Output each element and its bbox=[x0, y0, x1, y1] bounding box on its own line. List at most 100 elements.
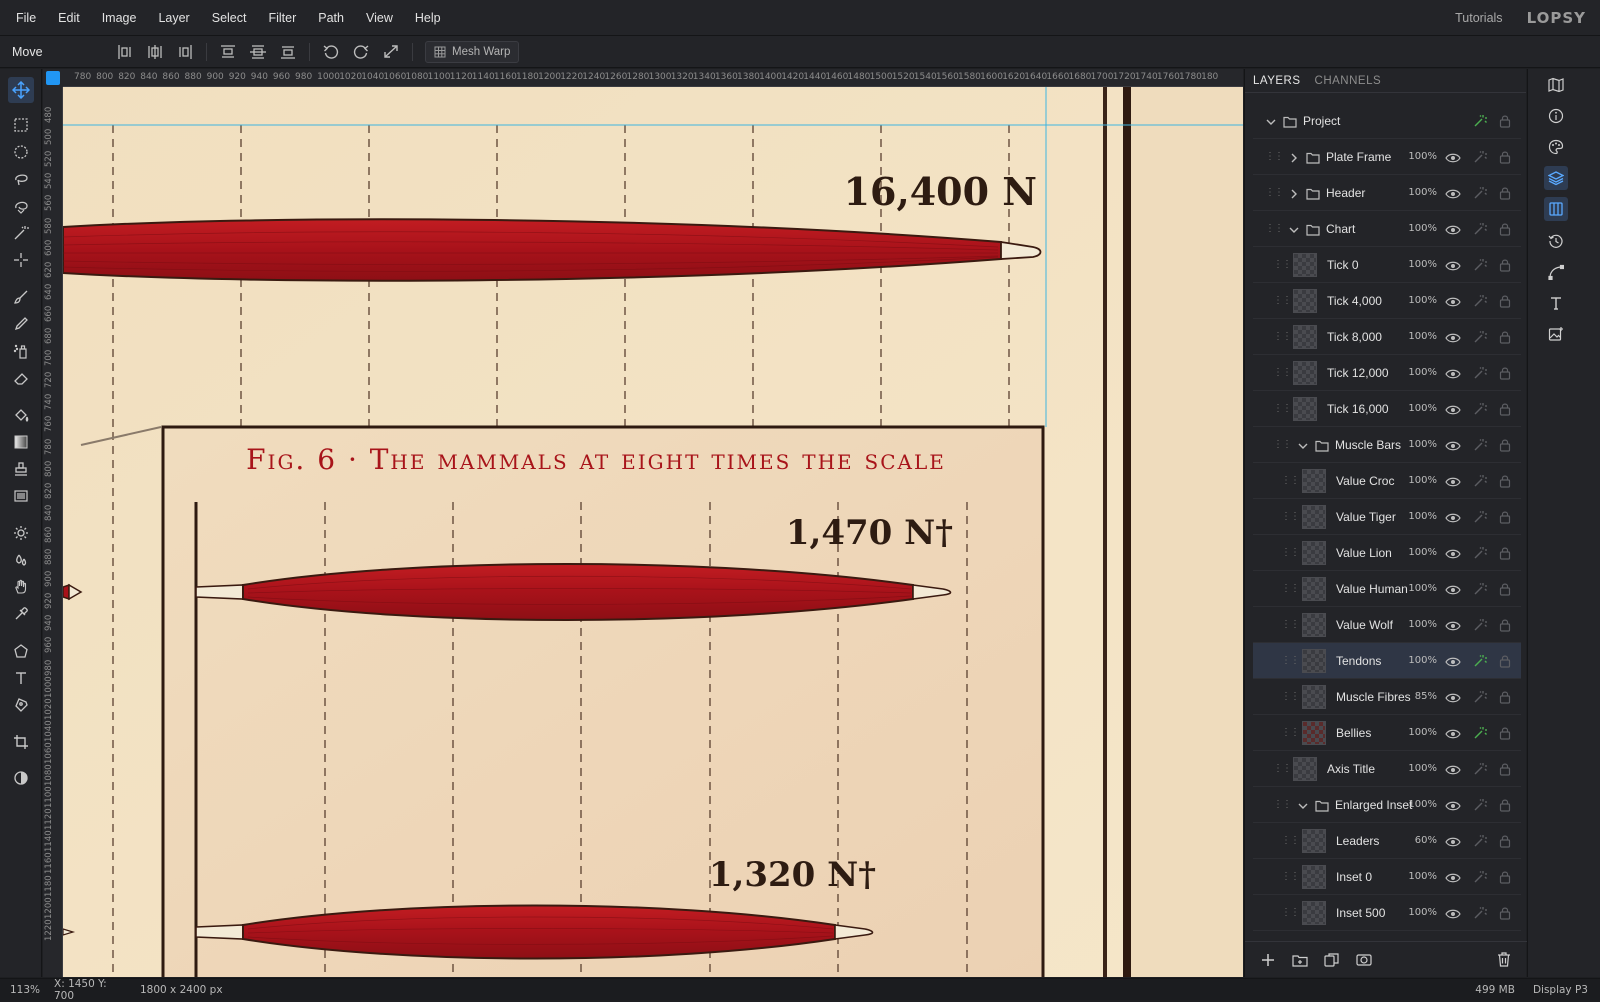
quick-select-tool[interactable] bbox=[8, 247, 34, 273]
vertical-ruler[interactable]: 480 500 520 540 560 580 600 620 640 660 680 700 720 7… bbox=[43, 87, 63, 977]
add-mask-button[interactable] bbox=[1355, 951, 1373, 969]
lock-icon[interactable] bbox=[1499, 114, 1511, 128]
layer-row[interactable]: ⋮⋮ Value Lion 100% bbox=[1253, 535, 1521, 571]
lock-icon[interactable] bbox=[1499, 258, 1511, 272]
move-tool[interactable] bbox=[8, 77, 34, 103]
drag-handle-icon[interactable]: ⋮⋮ bbox=[1265, 222, 1284, 236]
layer-opacity[interactable]: 100% bbox=[1408, 295, 1437, 306]
spray-tool[interactable] bbox=[8, 338, 34, 364]
eye-icon[interactable] bbox=[1445, 151, 1461, 163]
layer-opacity[interactable]: 100% bbox=[1408, 475, 1437, 486]
eye-icon[interactable] bbox=[1445, 439, 1461, 451]
layer-opacity[interactable]: 100% bbox=[1408, 511, 1437, 522]
lock-icon[interactable] bbox=[1499, 582, 1511, 596]
layer-row[interactable]: ⋮⋮ Inset 500 100% bbox=[1253, 895, 1521, 931]
tab-channels[interactable]: CHANNELS bbox=[1315, 75, 1382, 87]
fill-tool[interactable] bbox=[8, 402, 34, 428]
menu-view[interactable]: View bbox=[355, 11, 404, 25]
layer-row[interactable]: ⋮⋮ Chart 100% bbox=[1253, 211, 1521, 247]
effects-wand-icon[interactable] bbox=[1473, 870, 1487, 884]
effects-wand-icon[interactable] bbox=[1473, 222, 1487, 236]
eye-icon[interactable] bbox=[1445, 547, 1461, 559]
eye-icon[interactable] bbox=[1445, 655, 1461, 667]
lock-icon[interactable] bbox=[1499, 294, 1511, 308]
lock-icon[interactable] bbox=[1499, 834, 1511, 848]
lock-icon[interactable] bbox=[1499, 798, 1511, 812]
eye-icon[interactable] bbox=[1445, 187, 1461, 199]
menu-image[interactable]: Image bbox=[91, 11, 148, 25]
lock-icon[interactable] bbox=[1499, 906, 1511, 920]
lock-icon[interactable] bbox=[1499, 546, 1511, 560]
effects-wand-icon[interactable] bbox=[1473, 330, 1487, 344]
effects-wand-icon[interactable] bbox=[1473, 438, 1487, 452]
effects-wand-icon[interactable] bbox=[1473, 762, 1487, 776]
chevron-down-icon[interactable] bbox=[1297, 439, 1309, 451]
layer-row[interactable]: Project bbox=[1253, 103, 1521, 139]
effects-wand-icon[interactable] bbox=[1473, 906, 1487, 920]
delete-layer-button[interactable] bbox=[1495, 951, 1513, 969]
effects-wand-icon[interactable] bbox=[1473, 834, 1487, 848]
align-right-button[interactable] bbox=[170, 40, 200, 64]
eye-icon[interactable] bbox=[1445, 799, 1461, 811]
navigator-button[interactable] bbox=[1544, 73, 1568, 97]
fit-expand-button[interactable] bbox=[376, 40, 406, 64]
layer-opacity[interactable]: 100% bbox=[1408, 727, 1437, 738]
drag-handle-icon[interactable]: ⋮⋮ bbox=[1273, 438, 1292, 452]
layer-row[interactable]: ⋮⋮ Bellies 100% bbox=[1253, 715, 1521, 751]
rotate-left-button[interactable] bbox=[316, 40, 346, 64]
effects-wand-icon[interactable] bbox=[1473, 258, 1487, 272]
effects-wand-icon[interactable] bbox=[1473, 726, 1487, 740]
hand-tool[interactable] bbox=[8, 574, 34, 600]
drag-handle-icon[interactable]: ⋮⋮ bbox=[1273, 762, 1292, 776]
chevron-right-icon[interactable] bbox=[1288, 187, 1300, 199]
drag-handle-icon[interactable]: ⋮⋮ bbox=[1265, 186, 1284, 200]
chevron-down-icon[interactable] bbox=[1297, 799, 1309, 811]
eye-icon[interactable] bbox=[1445, 763, 1461, 775]
new-layer-button[interactable] bbox=[1259, 951, 1277, 969]
chevron-down-icon[interactable] bbox=[1288, 223, 1300, 235]
quick-mask-toggle[interactable] bbox=[8, 765, 34, 791]
duplicate-layer-button[interactable] bbox=[1323, 951, 1341, 969]
effects-wand-icon[interactable] bbox=[1473, 294, 1487, 308]
drag-handle-icon[interactable]: ⋮⋮ bbox=[1281, 618, 1300, 632]
eye-icon[interactable] bbox=[1445, 619, 1461, 631]
stamp-tool[interactable] bbox=[8, 456, 34, 482]
pencil-tool[interactable] bbox=[8, 311, 34, 337]
info-button[interactable] bbox=[1544, 104, 1568, 128]
magnetic-lasso-tool[interactable] bbox=[8, 193, 34, 219]
drag-handle-icon[interactable]: ⋮⋮ bbox=[1281, 834, 1300, 848]
chevron-right-icon[interactable] bbox=[1288, 151, 1300, 163]
drag-handle-icon[interactable]: ⋮⋮ bbox=[1281, 870, 1300, 884]
layer-row[interactable]: ⋮⋮ Tick 0 100% bbox=[1253, 247, 1521, 283]
layer-row[interactable]: ⋮⋮ Axis Title 100% bbox=[1253, 751, 1521, 787]
align-left-button[interactable] bbox=[110, 40, 140, 64]
pattern-tool[interactable] bbox=[8, 483, 34, 509]
drag-handle-icon[interactable]: ⋮⋮ bbox=[1273, 258, 1292, 272]
effects-wand-icon[interactable] bbox=[1473, 186, 1487, 200]
ruler-corner[interactable] bbox=[43, 69, 63, 87]
layer-opacity[interactable]: 100% bbox=[1408, 439, 1437, 450]
eyedropper-tool[interactable] bbox=[8, 601, 34, 627]
align-center-h-button[interactable] bbox=[140, 40, 170, 64]
layer-opacity[interactable]: 100% bbox=[1408, 583, 1437, 594]
eye-icon[interactable] bbox=[1445, 583, 1461, 595]
lock-icon[interactable] bbox=[1499, 438, 1511, 452]
drag-handle-icon[interactable]: ⋮⋮ bbox=[1273, 798, 1292, 812]
tutorials-link[interactable]: Tutorials bbox=[1455, 11, 1502, 25]
eye-icon[interactable] bbox=[1445, 511, 1461, 523]
lock-icon[interactable] bbox=[1499, 690, 1511, 704]
layer-opacity[interactable]: 100% bbox=[1408, 655, 1437, 666]
text-tool[interactable] bbox=[8, 665, 34, 691]
effects-wand-icon[interactable] bbox=[1473, 510, 1487, 524]
lock-icon[interactable] bbox=[1499, 402, 1511, 416]
eye-icon[interactable] bbox=[1445, 475, 1461, 487]
align-top-button[interactable] bbox=[213, 40, 243, 64]
layer-row[interactable]: ⋮⋮ Value Wolf 100% bbox=[1253, 607, 1521, 643]
eraser-tool[interactable] bbox=[8, 365, 34, 391]
layer-row[interactable]: ⋮⋮ Muscle Bars 100% bbox=[1253, 427, 1521, 463]
layer-opacity[interactable]: 100% bbox=[1408, 367, 1437, 378]
dodge-tool[interactable] bbox=[8, 520, 34, 546]
gradient-tool[interactable] bbox=[8, 429, 34, 455]
drag-handle-icon[interactable]: ⋮⋮ bbox=[1281, 726, 1300, 740]
layer-opacity[interactable]: 100% bbox=[1408, 151, 1437, 162]
